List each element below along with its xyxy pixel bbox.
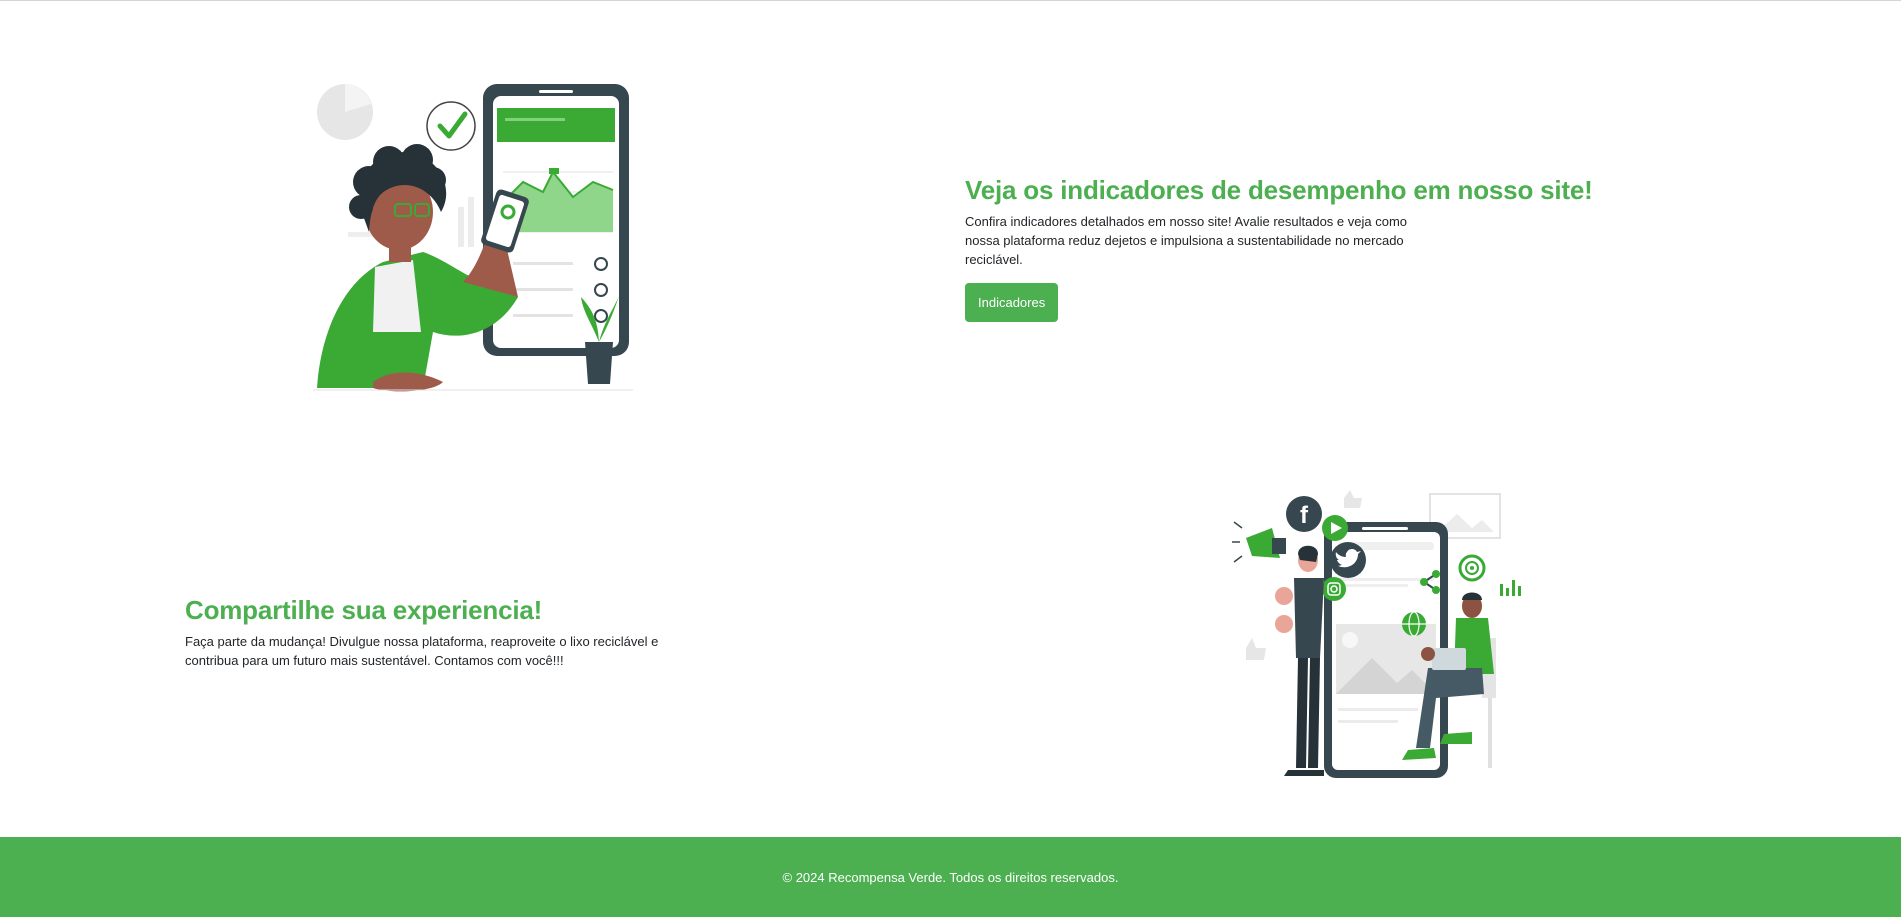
- target-icon: [1458, 554, 1486, 582]
- share-illustration: f: [1232, 488, 1532, 784]
- share-title: Compartilhe sua experiencia!: [185, 595, 543, 625]
- indicators-button[interactable]: Indicadores: [965, 283, 1059, 322]
- globe-icon: [1402, 611, 1426, 637]
- top-divider: [0, 0, 1901, 1]
- share-description: Faça parte da mudança! Divulgue nossa pl…: [185, 634, 659, 668]
- indicators-description: Confira indicadores detalhados em nosso …: [965, 214, 1408, 267]
- instagram-icon: [1322, 577, 1346, 601]
- indicators-title: Veja os indicadores de desempenho em nos…: [965, 175, 1593, 205]
- facebook-icon: f: [1286, 496, 1322, 532]
- footer: © 2024 Recompensa Verde. Todos os direit…: [0, 837, 1901, 917]
- youtube-icon: [1322, 515, 1348, 541]
- share-section: Compartilhe sua experiencia! Faça parte …: [185, 594, 685, 670]
- svg-text:f: f: [1300, 502, 1309, 529]
- footer-copyright: © 2024 Recompensa Verde. Todos os direit…: [782, 869, 1119, 885]
- twitter-icon: [1330, 542, 1366, 578]
- indicators-illustration: [313, 82, 633, 398]
- megaphone-icon: [1232, 521, 1286, 563]
- indicators-section: Veja os indicadores de desempenho em nos…: [965, 174, 1593, 322]
